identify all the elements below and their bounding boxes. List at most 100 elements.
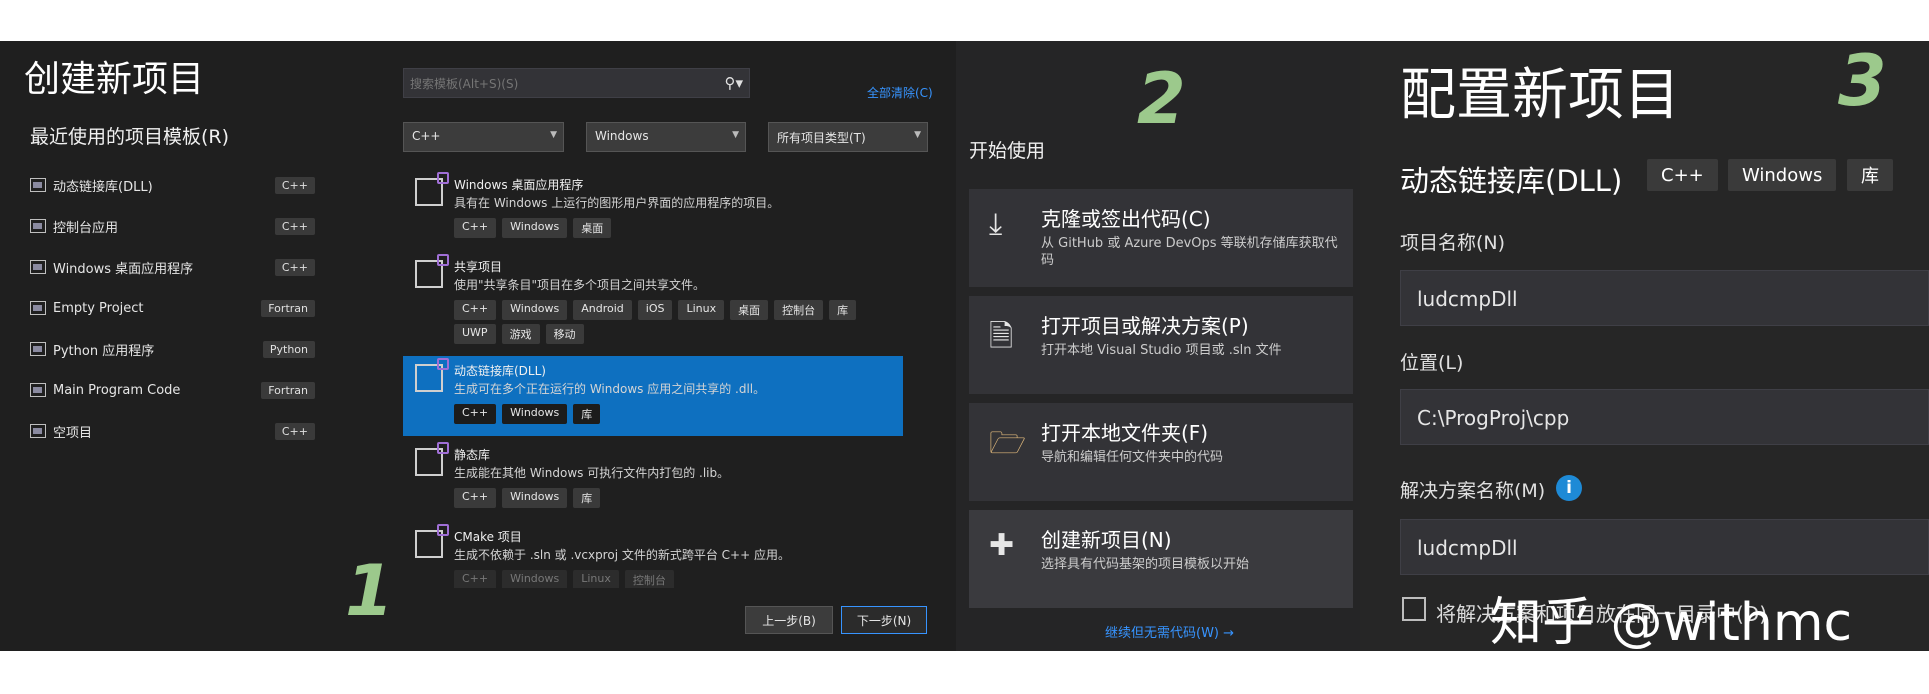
watermark: 知乎 @withmc	[1490, 593, 1853, 653]
template-tag: iOS	[637, 300, 673, 320]
project-icon	[30, 383, 46, 397]
recent-item-console[interactable]: 控制台应用 C++	[30, 213, 315, 239]
card-title: 克隆或签出代码(C)	[1041, 207, 1211, 231]
language-tag: C++	[274, 422, 315, 440]
template-tag: 控制台	[774, 300, 824, 320]
template-tag: C++	[454, 300, 497, 320]
language-tag: C++	[274, 217, 315, 235]
template-name-heading: 动态链接库(DLL)	[1400, 164, 1623, 198]
solution-name-field[interactable]	[1400, 519, 1929, 575]
template-name: Windows 桌面应用程序	[454, 178, 584, 192]
template-tag: Linux	[678, 300, 725, 320]
template-tag: C++	[454, 488, 497, 508]
next-button[interactable]: 下一步(N)	[841, 606, 927, 634]
language-tag: C++	[274, 258, 315, 276]
folder-icon: 🗁	[989, 426, 1027, 461]
language-tag: Fortran	[261, 299, 315, 317]
template-description: 生成不依赖于 .sln 或 .vcxproj 文件的新式跨平台 C++ 应用。	[454, 548, 790, 562]
card-description: 从 GitHub 或 Azure DevOps 等联机存储库获取代码	[1041, 236, 1338, 268]
open-project-icon: 🗎	[989, 319, 1014, 354]
search-input[interactable]	[408, 73, 712, 95]
recent-item-main-program[interactable]: Main Program Code Fortran	[30, 377, 315, 403]
template-name: 共享项目	[454, 260, 503, 274]
template-tag: Windows	[502, 570, 568, 588]
recent-item-label: 控制台应用	[53, 220, 119, 236]
template-shared-project[interactable]: 共享项目 使用"共享条目"项目在多个项目之间共享文件。 C++ Windows …	[403, 252, 903, 352]
template-name: CMake 项目	[454, 530, 522, 544]
template-dll[interactable]: 动态链接库(DLL) 生成可在多个正在运行的 Windows 应用之间共享的 .…	[403, 356, 903, 436]
template-tag: Android	[573, 300, 632, 320]
template-tag: C++	[1647, 159, 1718, 191]
recent-item-windows-desktop[interactable]: Windows 桌面应用程序 C++	[30, 254, 315, 280]
open-folder-card[interactable]: 🗁 打开本地文件夹(F) 导航和编辑任何文件夹中的代码	[969, 403, 1353, 501]
page-title: 创建新项目	[24, 59, 205, 100]
recent-item-python[interactable]: Python 应用程序 Python	[30, 336, 315, 362]
template-tag: 库	[573, 488, 601, 508]
location-input[interactable]	[1415, 404, 1899, 432]
solution-name-input[interactable]	[1415, 534, 1899, 562]
previous-button[interactable]: 上一步(B)	[745, 606, 833, 634]
template-tag: 库	[829, 300, 857, 320]
recent-item-blank[interactable]: 空项目 C++	[30, 418, 315, 444]
clone-code-card[interactable]: ⤓ 克隆或签出代码(C) 从 GitHub 或 Azure DevOps 等联机…	[969, 189, 1353, 287]
chevron-down-icon: ▼	[550, 130, 557, 140]
card-description: 导航和编辑任何文件夹中的代码	[1041, 450, 1224, 465]
chevron-down-icon: ▼	[732, 130, 739, 140]
recent-item-label: Python 应用程序	[53, 343, 155, 359]
location-label: 位置(L)	[1400, 352, 1464, 374]
search-icon[interactable]: ⚲▾	[724, 74, 743, 92]
project-name-label: 项目名称(N)	[1400, 232, 1506, 254]
template-tag: C++	[454, 404, 497, 424]
step-number: 3	[1838, 40, 1887, 122]
configure-title: 配置新项目	[1400, 63, 1680, 128]
recent-item-label: Windows 桌面应用程序	[53, 261, 194, 277]
window-icon	[30, 260, 46, 274]
project-name-field[interactable]	[1400, 270, 1929, 326]
console-icon	[30, 219, 46, 233]
project-icon	[30, 424, 46, 438]
template-tag: 桌面	[573, 218, 612, 238]
template-tag: Windows	[1728, 159, 1837, 191]
project-name-input[interactable]	[1415, 285, 1899, 313]
location-field[interactable]	[1400, 389, 1929, 445]
language-dropdown-value: C++	[412, 129, 441, 143]
card-title: 打开本地文件夹(F)	[1041, 421, 1209, 445]
card-description: 打开本地 Visual Studio 项目或 .sln 文件	[1041, 343, 1282, 358]
template-description: 生成可在多个正在运行的 Windows 应用之间共享的 .dll。	[454, 382, 766, 396]
language-tag: Fortran	[261, 381, 315, 399]
template-description: 具有在 Windows 上运行的图形用户界面的应用程序的项目。	[454, 196, 780, 210]
template-tag: 控制台	[624, 570, 674, 588]
new-project-icon: ✚	[989, 528, 1015, 563]
info-icon[interactable]: i	[1556, 475, 1582, 501]
dll-icon	[415, 358, 449, 392]
same-directory-checkbox[interactable]	[1402, 597, 1426, 621]
template-tag: C++	[454, 570, 497, 588]
project-type-dropdown-value: 所有项目类型(T)	[777, 131, 866, 145]
template-search[interactable]: ⚲▾	[403, 68, 750, 98]
template-tag: Windows	[502, 218, 568, 238]
shared-project-icon	[415, 254, 449, 288]
template-tag: Windows	[502, 404, 568, 424]
template-cmake[interactable]: CMake 项目 生成不依赖于 .sln 或 .vcxproj 文件的新式跨平台…	[403, 522, 903, 588]
template-tag: Windows	[502, 300, 568, 320]
platform-dropdown[interactable]: Windows ▼	[586, 122, 746, 152]
create-project-card[interactable]: ✚ 创建新项目(N) 选择具有代码基架的项目模板以开始	[969, 510, 1353, 608]
template-windows-desktop[interactable]: Windows 桌面应用程序 具有在 Windows 上运行的图形用户界面的应用…	[403, 170, 903, 248]
recent-item-empty-project[interactable]: Empty Project Fortran	[30, 295, 315, 321]
project-icon	[30, 301, 46, 315]
language-tag: C++	[274, 176, 315, 194]
open-project-card[interactable]: 🗎 打开项目或解决方案(P) 打开本地 Visual Studio 项目或 .s…	[969, 296, 1353, 394]
window-icon	[415, 172, 449, 206]
language-dropdown[interactable]: C++ ▼	[403, 122, 564, 152]
clear-all-link[interactable]: 全部清除(C)	[867, 84, 933, 101]
continue-without-code-link[interactable]: 继续但无需代码(W) →	[1105, 622, 1234, 641]
recent-item-label: 动态链接库(DLL)	[53, 179, 153, 195]
project-type-dropdown[interactable]: 所有项目类型(T) ▼	[768, 122, 928, 152]
recent-item-dll[interactable]: 动态链接库(DLL) C++	[30, 172, 315, 198]
python-icon	[30, 342, 46, 356]
get-started-heading: 开始使用	[969, 140, 1046, 162]
recent-item-label: Main Program Code	[53, 382, 181, 398]
recent-templates-heading: 最近使用的项目模板(R)	[30, 126, 230, 148]
recent-item-label: Empty Project	[53, 300, 144, 316]
template-static-library[interactable]: 静态库 生成能在其他 Windows 可执行文件内打包的 .lib。 C++ W…	[403, 440, 903, 518]
